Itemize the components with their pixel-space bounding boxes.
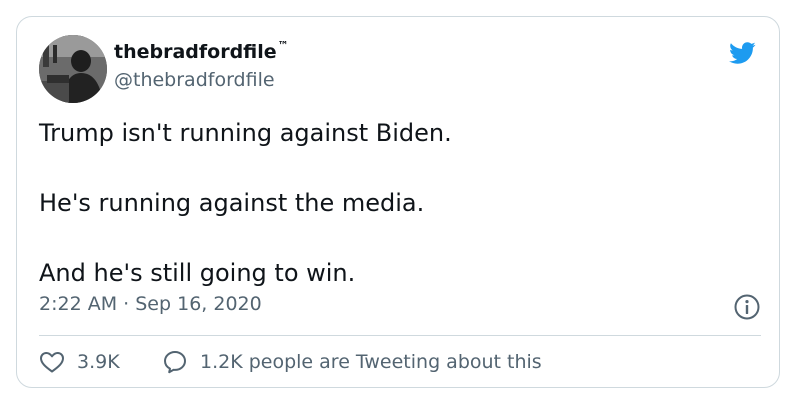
tweet-paragraph: And he's still going to win.: [39, 259, 356, 287]
tweet-card[interactable]: thebradfordfile™ @thebradfordfile Trump …: [16, 16, 780, 388]
timestamp-link[interactable]: 2:22 AM · Sep 16, 2020: [39, 293, 262, 315]
conversation-button[interactable]: 1.2K people are Tweeting about this: [162, 347, 542, 377]
info-icon[interactable]: [733, 293, 761, 321]
like-button[interactable]: 3.9K: [39, 347, 120, 377]
like-count: 3.9K: [77, 351, 120, 373]
trademark-symbol: ™: [277, 39, 289, 52]
avatar-photo: [39, 35, 107, 103]
user-handle[interactable]: @thebradfordfile: [114, 69, 275, 91]
tweet-date: Sep 16, 2020: [135, 293, 262, 315]
tweet-time: 2:22 AM: [39, 293, 118, 315]
tweet-paragraph: Trump isn't running against Biden.: [39, 119, 452, 147]
speech-bubble-icon: [164, 351, 186, 374]
display-name[interactable]: thebradfordfile™: [114, 39, 289, 63]
twitter-bird-icon[interactable]: [726, 39, 758, 67]
avatar[interactable]: [39, 35, 107, 103]
tweet-text: Trump isn't running against Biden. He's …: [39, 115, 759, 291]
timestamp-separator: ·: [123, 293, 130, 315]
divider: [39, 335, 761, 336]
display-name-text: thebradfordfile: [114, 41, 277, 63]
tweet-paragraph: He's running against the media.: [39, 189, 425, 217]
heart-icon: [40, 352, 64, 373]
conversation-text: 1.2K people are Tweeting about this: [200, 351, 542, 373]
